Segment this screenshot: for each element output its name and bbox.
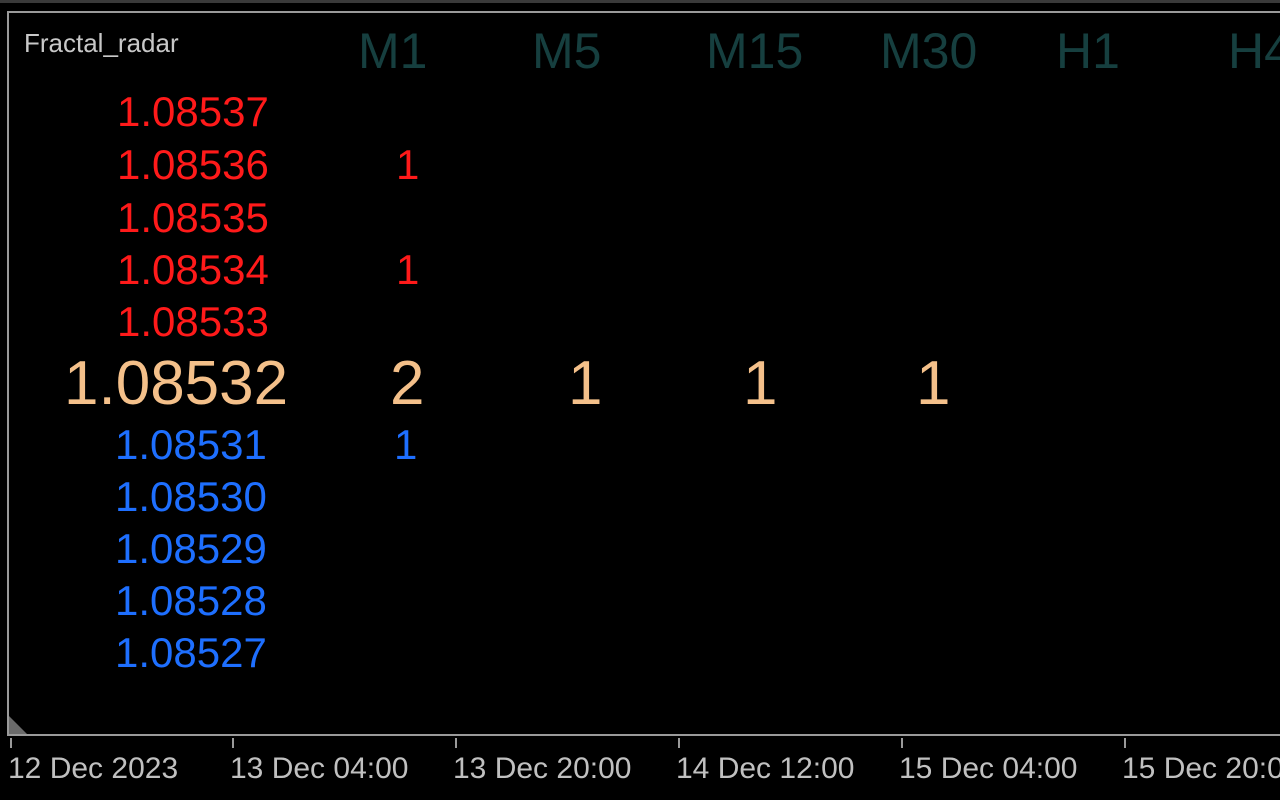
- timeframe-header-h1: H1: [1056, 23, 1120, 79]
- price-level-3: 1.08535: [117, 194, 269, 241]
- price-level-1: 1.08537: [117, 88, 269, 135]
- timeframe-header-h4: H4: [1228, 23, 1280, 79]
- time-tick: [901, 738, 903, 748]
- time-label: 12 Dec 2023: [8, 752, 179, 785]
- time-tick: [10, 738, 12, 748]
- time-tick: [1124, 738, 1126, 748]
- chart-window[interactable]: Fractal_radar M1 M5 M15 M30 H1 H4 1.0853…: [0, 0, 1280, 800]
- timeframe-header-m30: M30: [880, 23, 978, 79]
- fractal-count-m15: 1: [743, 349, 778, 418]
- time-tick: [678, 738, 680, 748]
- price-level-7: 1.08531: [115, 421, 267, 468]
- price-level-10: 1.08528: [115, 577, 267, 624]
- fractal-count-m5: 1: [568, 349, 603, 418]
- price-level-8: 1.08530: [115, 473, 267, 520]
- fractal-count-m30: 1: [916, 349, 951, 418]
- time-label: 15 Dec 04:00: [899, 752, 1078, 785]
- fractal-count-m1: 1: [396, 141, 420, 188]
- time-label: 13 Dec 04:00: [230, 752, 409, 785]
- fractal-count-m1: 1: [396, 246, 420, 293]
- indicator-name-label: Fractal_radar: [24, 28, 179, 58]
- current-price-level: 1.08532: [64, 349, 289, 418]
- time-tick: [232, 738, 234, 748]
- price-level-5: 1.08533: [117, 298, 269, 345]
- timeframe-header-m15: M15: [706, 23, 804, 79]
- time-axis: 12 Dec 2023 13 Dec 04:00 13 Dec 20:00 14…: [0, 736, 1280, 800]
- chart-corner-marker: [9, 716, 27, 734]
- price-level-2: 1.08536: [117, 141, 269, 188]
- time-tick: [455, 738, 457, 748]
- fractal-count-m1: 2: [390, 349, 425, 418]
- time-label: 14 Dec 12:00: [676, 752, 855, 785]
- price-level-11: 1.08527: [115, 629, 267, 676]
- window-top-border: [0, 0, 1280, 3]
- time-label: 15 Dec 20:00: [1122, 752, 1280, 785]
- price-level-4: 1.08534: [117, 246, 269, 293]
- timeframe-header-m1: M1: [358, 23, 428, 79]
- timeframe-header-m5: M5: [532, 23, 602, 79]
- price-level-9: 1.08529: [115, 525, 267, 572]
- fractal-count-m1: 1: [394, 421, 418, 468]
- time-label: 13 Dec 20:00: [453, 752, 632, 785]
